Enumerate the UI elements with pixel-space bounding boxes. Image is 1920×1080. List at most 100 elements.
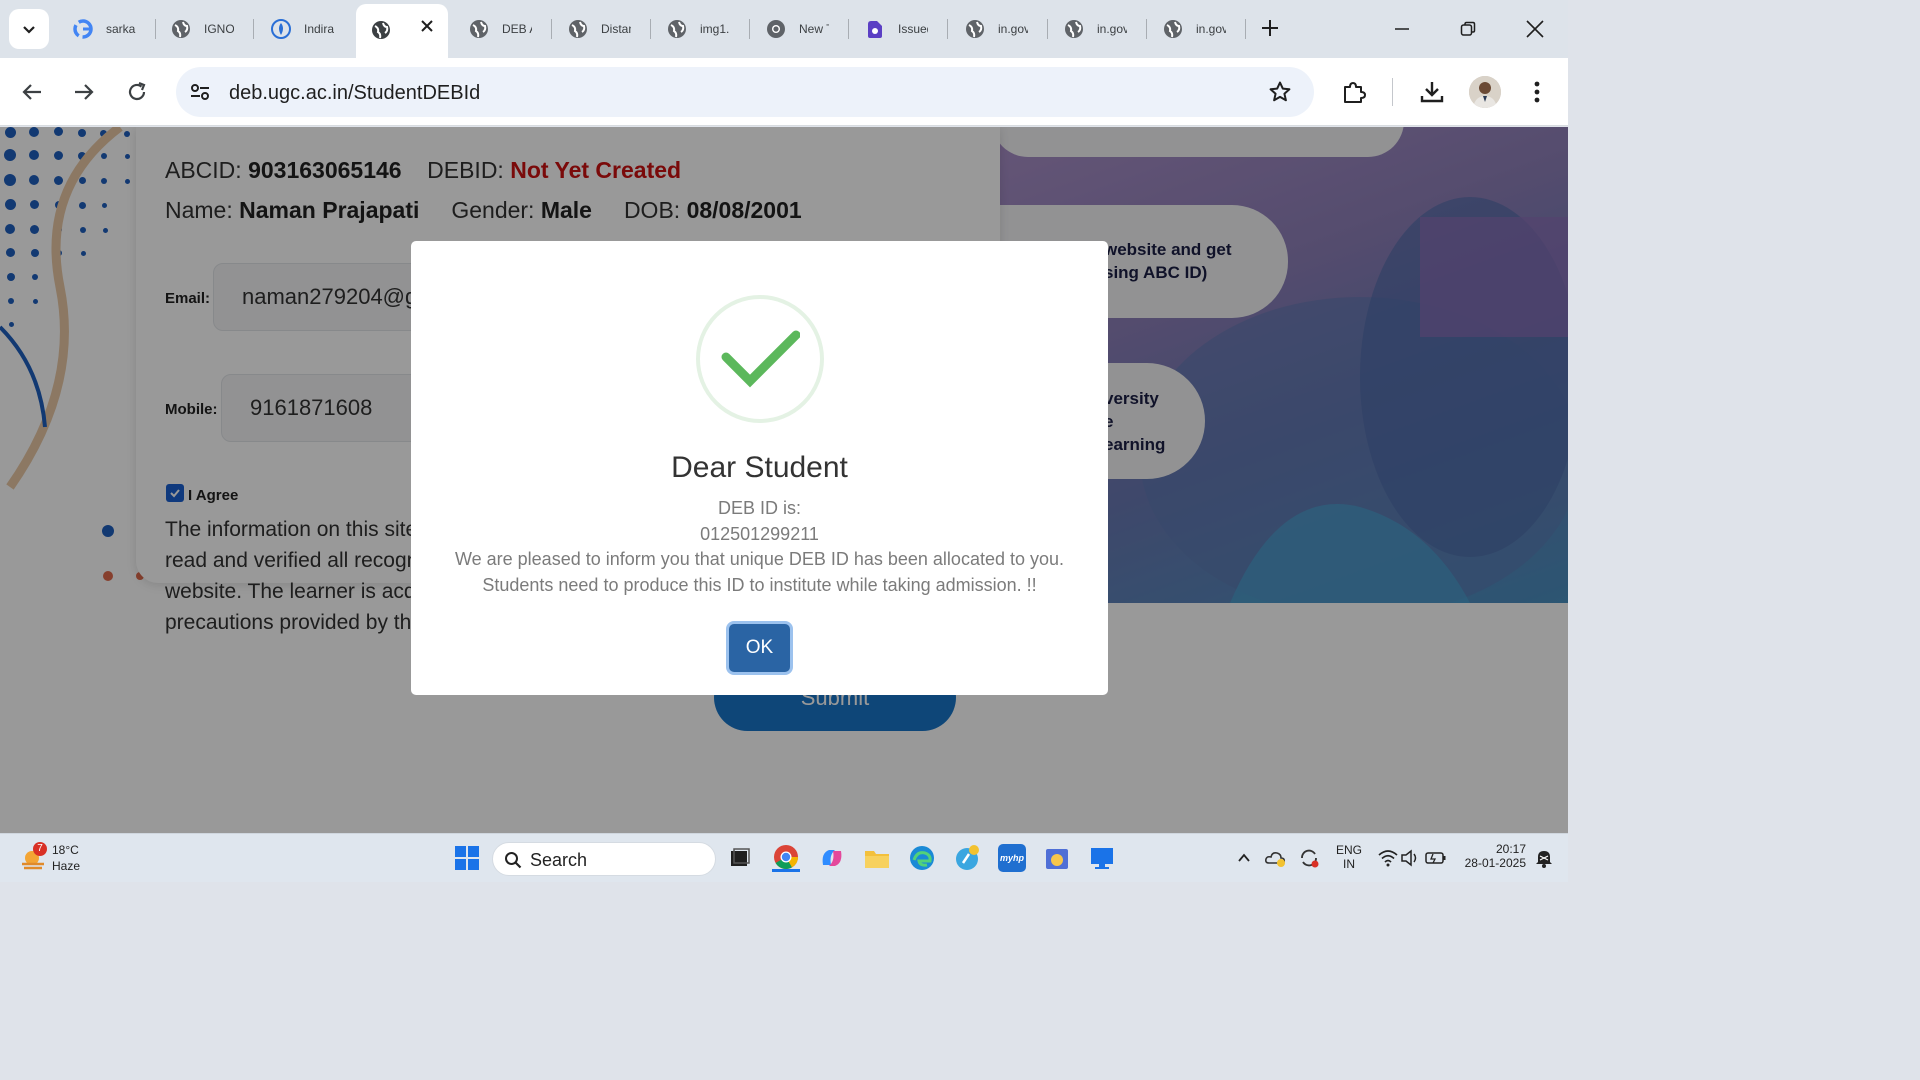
- tab-deb-a[interactable]: DEB A: [454, 8, 552, 50]
- web-page: website and get sing ABC ID) versity e e…: [0, 127, 1568, 833]
- taskbar-search[interactable]: Search: [492, 842, 716, 876]
- show-hidden-icons-button[interactable]: [1230, 844, 1258, 872]
- bookmark-star-icon[interactable]: [1268, 80, 1292, 109]
- more-vertical-icon: [1534, 81, 1540, 103]
- tab-separator: [1245, 19, 1246, 39]
- taskbar-myhp[interactable]: myhp: [998, 844, 1026, 872]
- taskbar-copilot[interactable]: [818, 844, 846, 872]
- taskbar-remote-desktop[interactable]: [1088, 844, 1116, 872]
- taskbar-app-gallery[interactable]: [1043, 844, 1071, 872]
- back-button[interactable]: [16, 76, 48, 108]
- address-bar[interactable]: deb.ugc.ac.in/StudentDEBId: [176, 67, 1314, 117]
- windows-logo-icon: [455, 846, 479, 870]
- url-text[interactable]: deb.ugc.ac.in/StudentDEBId: [229, 82, 480, 105]
- tab-separator: [1047, 19, 1048, 39]
- myhp-icon: myhp: [999, 853, 1024, 863]
- chrome-icon: [765, 18, 787, 40]
- tab-new-tab[interactable]: New T: [751, 8, 849, 50]
- language-indicator[interactable]: ENG IN: [1335, 843, 1363, 871]
- taskbar-chrome[interactable]: [772, 844, 800, 872]
- deb-id-label: DEB ID is:: [717, 498, 801, 518]
- sync-icon: [1301, 849, 1319, 868]
- restore-button[interactable]: [1453, 14, 1483, 44]
- tab-title: New T: [799, 22, 829, 36]
- tab-in-gov-2[interactable]: in.gov: [1049, 8, 1147, 50]
- tab-search-button[interactable]: [9, 9, 49, 49]
- speaker-icon: [1401, 849, 1417, 867]
- ignou-icon: [270, 18, 292, 40]
- tab-strip: sarkar IGNOU Indira DEB A Distan: [0, 0, 1568, 58]
- weather-condition: Haze: [52, 859, 81, 873]
- browser-toolbar: deb.ugc.ac.in/StudentDEBId: [0, 58, 1568, 126]
- extensions-button[interactable]: [1338, 76, 1370, 108]
- taskbar-file-explorer[interactable]: [863, 844, 891, 872]
- weather-widget[interactable]: 7 18°C Haze: [18, 842, 88, 876]
- toolbar-divider: [1392, 78, 1393, 106]
- taskbar-edge-dev[interactable]: [953, 844, 981, 872]
- puzzle-icon: [1344, 82, 1366, 103]
- globe-icon: [1063, 18, 1085, 40]
- deb-id-value: 012501299211: [700, 524, 819, 544]
- tray-onedrive[interactable]: [1262, 844, 1290, 872]
- temperature: 18°C: [52, 843, 79, 857]
- tab-title: Indira: [304, 22, 334, 36]
- minimize-icon: [1395, 28, 1409, 30]
- volume-status[interactable]: [1396, 844, 1424, 872]
- tab-active-deb[interactable]: [356, 4, 448, 58]
- task-view-button[interactable]: [726, 844, 754, 872]
- ok-button[interactable]: OK: [729, 624, 790, 672]
- notification-center[interactable]: [1530, 844, 1558, 872]
- globe-icon: [370, 19, 392, 41]
- tab-indira[interactable]: Indira: [256, 8, 354, 50]
- search-placeholder: Search: [530, 850, 588, 870]
- globe-icon: [567, 18, 589, 40]
- globe-icon: [170, 18, 192, 40]
- clock[interactable]: 20:17 28-01-2025: [1456, 842, 1526, 870]
- downloads-button[interactable]: [1416, 76, 1448, 108]
- dialog-message-line-2: Students need to produce this ID to inst…: [482, 575, 1037, 595]
- success-check-icon: [696, 295, 824, 423]
- wifi-icon: [1378, 850, 1398, 867]
- tab-in-gov-1[interactable]: in.gov: [950, 8, 1048, 50]
- chrome-menu-button[interactable]: [1521, 76, 1553, 108]
- arrow-right-icon: [75, 84, 94, 100]
- download-icon: [1420, 82, 1444, 103]
- close-icon: [1526, 20, 1544, 38]
- tab-ignou[interactable]: IGNOU: [156, 8, 254, 50]
- app-gallery-icon: [1046, 849, 1068, 869]
- close-tab-icon[interactable]: [420, 19, 434, 36]
- globe-icon: [964, 18, 986, 40]
- taskbar-edge[interactable]: [908, 844, 936, 872]
- tray-sync[interactable]: [1295, 844, 1323, 872]
- tab-title: in.gov: [1196, 22, 1226, 36]
- site-info-icon[interactable]: [188, 80, 212, 109]
- tab-title: sarkar: [106, 22, 136, 36]
- battery-status[interactable]: [1422, 844, 1450, 872]
- tab-separator: [1146, 19, 1147, 39]
- chrome-icon: [774, 844, 798, 869]
- close-window-button[interactable]: [1520, 14, 1550, 44]
- success-dialog: Dear Student DEB ID is: 012501299211 We …: [411, 241, 1108, 695]
- tab-distan[interactable]: Distan: [553, 8, 651, 50]
- new-tab-button[interactable]: [1256, 14, 1284, 42]
- tab-img1[interactable]: img1.u: [652, 8, 750, 50]
- profile-avatar[interactable]: [1469, 76, 1501, 108]
- tab-sarkar[interactable]: sarkar: [58, 8, 156, 50]
- windows-start-button[interactable]: [453, 844, 481, 872]
- chevron-down-icon: [23, 26, 35, 34]
- avatar-icon: [1469, 76, 1501, 108]
- forward-button[interactable]: [68, 76, 100, 108]
- copilot-icon: [822, 850, 842, 866]
- bell-icon: [1536, 851, 1552, 868]
- dialog-message-line-1: We are pleased to inform you that unique…: [454, 549, 1065, 569]
- reload-button[interactable]: [121, 76, 153, 108]
- edge-dev-icon: [956, 845, 979, 870]
- tab-separator: [650, 19, 651, 39]
- tab-title: IGNOU: [204, 22, 234, 36]
- globe-icon: [468, 18, 490, 40]
- tab-issued[interactable]: Issued: [850, 8, 948, 50]
- lang-line-1: ENG: [1335, 843, 1362, 857]
- tab-in-gov-3[interactable]: in.gov: [1148, 8, 1246, 50]
- minimize-button[interactable]: [1387, 14, 1417, 44]
- tab-separator: [947, 19, 948, 39]
